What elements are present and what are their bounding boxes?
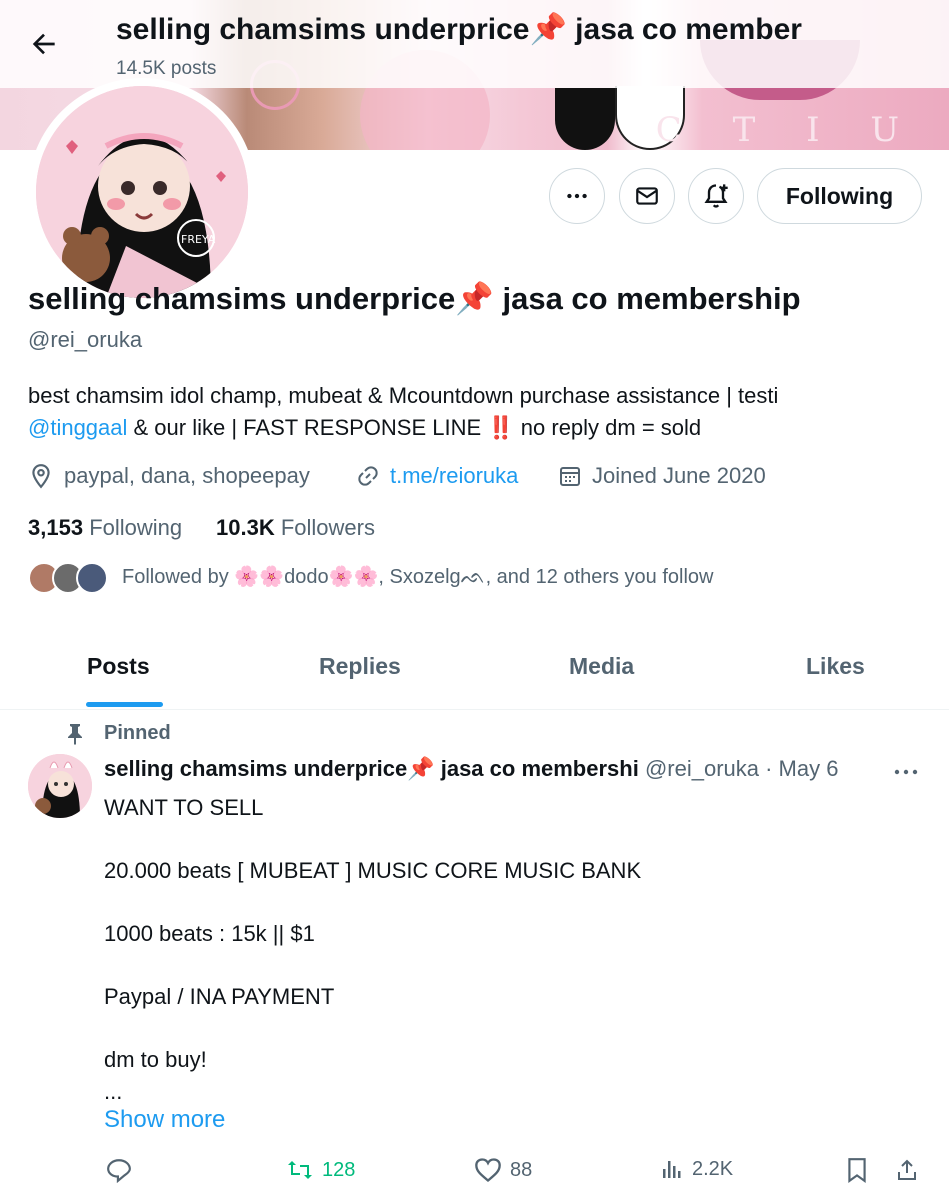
pinned-text: Pinned — [104, 722, 171, 744]
bookmark-icon — [848, 1158, 866, 1183]
share-button[interactable] — [895, 1157, 927, 1183]
pinned-label: Pinned — [66, 722, 171, 745]
heart-icon — [475, 1158, 501, 1183]
envelope-icon — [636, 187, 658, 205]
like-count: 88 — [510, 1158, 533, 1181]
calendar-icon — [560, 467, 580, 486]
followers-count-link[interactable]: 10.3K Followers — [216, 515, 375, 541]
bio-line-2: @tinggaal & our like | FAST RESPONSE LIN… — [28, 412, 918, 444]
post-body-text: WANT TO SELL 20.000 beats [ MUBEAT ] MUS… — [104, 795, 642, 1104]
tab-media[interactable]: Media — [569, 653, 634, 680]
following-count-label: Following — [89, 515, 183, 540]
profile-location: paypal, dana, shopeepay — [28, 463, 310, 489]
following-button[interactable]: Following — [757, 168, 922, 224]
avatar-image: FREYA — [36, 86, 248, 298]
message-button[interactable] — [619, 168, 675, 224]
more-options-button[interactable] — [549, 168, 605, 224]
bio-line-2-text: & our like | FAST RESPONSE LINE ‼️ no re… — [127, 415, 702, 440]
post-author-name[interactable]: selling chamsims underprice📌 jasa co mem… — [104, 756, 639, 781]
share-icon — [898, 1159, 916, 1180]
bell-plus-icon — [704, 184, 728, 208]
reply-icon — [107, 1159, 131, 1183]
followed-by-text: Followed by 🌸🌸dodo🌸🌸, Sxozelgᨒ, and 12 o… — [122, 566, 714, 588]
header-post-count: 14.5K posts — [116, 58, 217, 79]
like-button[interactable]: 88 — [474, 1157, 532, 1183]
views-count: 2.2K — [692, 1157, 734, 1180]
profile-display-name: selling chamsims underprice📌 jasa co mem… — [28, 281, 801, 316]
pin-icon — [68, 723, 82, 745]
post-avatar-illustration — [28, 754, 92, 818]
avatar-illustration: FREYA — [36, 86, 248, 298]
reply-button[interactable] — [106, 1157, 140, 1183]
tabs-divider — [0, 709, 949, 710]
profile-handle: @rei_oruka — [28, 327, 143, 352]
bio-line-1: best chamsim idol champ, mubeat & Mcount… — [28, 383, 779, 408]
followed-by-row[interactable]: Followed by 🌸🌸dodo🌸🌸, Sxozelgᨒ, and 12 o… — [28, 560, 928, 596]
top-bar: selling chamsims underprice📌 jasa co mem… — [0, 0, 949, 88]
followers-count-label: Followers — [280, 515, 375, 540]
tab-posts[interactable]: Posts — [87, 653, 150, 680]
views-chart-icon — [663, 1161, 681, 1178]
following-count-link[interactable]: 3,153 Following — [28, 515, 182, 541]
show-more-link[interactable]: Show more — [104, 1106, 225, 1134]
repost-count: 128 — [322, 1158, 356, 1181]
profile-avatar[interactable]: FREYA — [28, 78, 256, 306]
header-title: selling chamsims underprice📌 jasa co mem… — [116, 13, 802, 46]
follower-avatar — [76, 562, 108, 594]
active-tab-indicator — [86, 702, 163, 707]
svg-text:FREYA: FREYA — [181, 233, 216, 246]
link-icon — [358, 466, 378, 486]
bio-mention-link[interactable]: @tinggaal — [28, 415, 127, 440]
joined-text: Joined June 2020 — [592, 463, 766, 488]
location-pin-icon — [32, 464, 50, 489]
location-text: paypal, dana, shopeepay — [64, 463, 310, 488]
profile-joined: Joined June 2020 — [558, 463, 766, 489]
profile-website[interactable]: t.me/reioruka — [356, 463, 518, 489]
notifications-button[interactable] — [688, 168, 744, 224]
repost-icon — [288, 1161, 312, 1179]
post-author-avatar[interactable] — [28, 754, 92, 818]
banner-character-hair — [555, 88, 615, 150]
tab-replies[interactable]: Replies — [319, 653, 401, 680]
more-horizontal-icon — [567, 193, 587, 199]
back-arrow-icon[interactable] — [28, 28, 60, 60]
post-more-icon[interactable] — [892, 760, 920, 784]
following-count: 3,153 — [28, 515, 84, 540]
profile-bio: best chamsim idol champ, mubeat & Mcount… — [28, 380, 918, 444]
website-link[interactable]: t.me/reioruka — [390, 463, 518, 489]
banner-letters: C T I U — [655, 110, 919, 150]
bookmark-button[interactable] — [846, 1157, 876, 1183]
followers-count: 10.3K — [216, 515, 275, 540]
post-header: selling chamsims underprice📌 jasa co mem… — [104, 756, 884, 782]
repost-button[interactable]: 128 — [286, 1157, 355, 1183]
tab-likes[interactable]: Likes — [806, 653, 865, 680]
views-button[interactable]: 2.2K — [660, 1157, 733, 1181]
post-author-handle-date[interactable]: @rei_oruka · May 6 — [645, 756, 839, 781]
